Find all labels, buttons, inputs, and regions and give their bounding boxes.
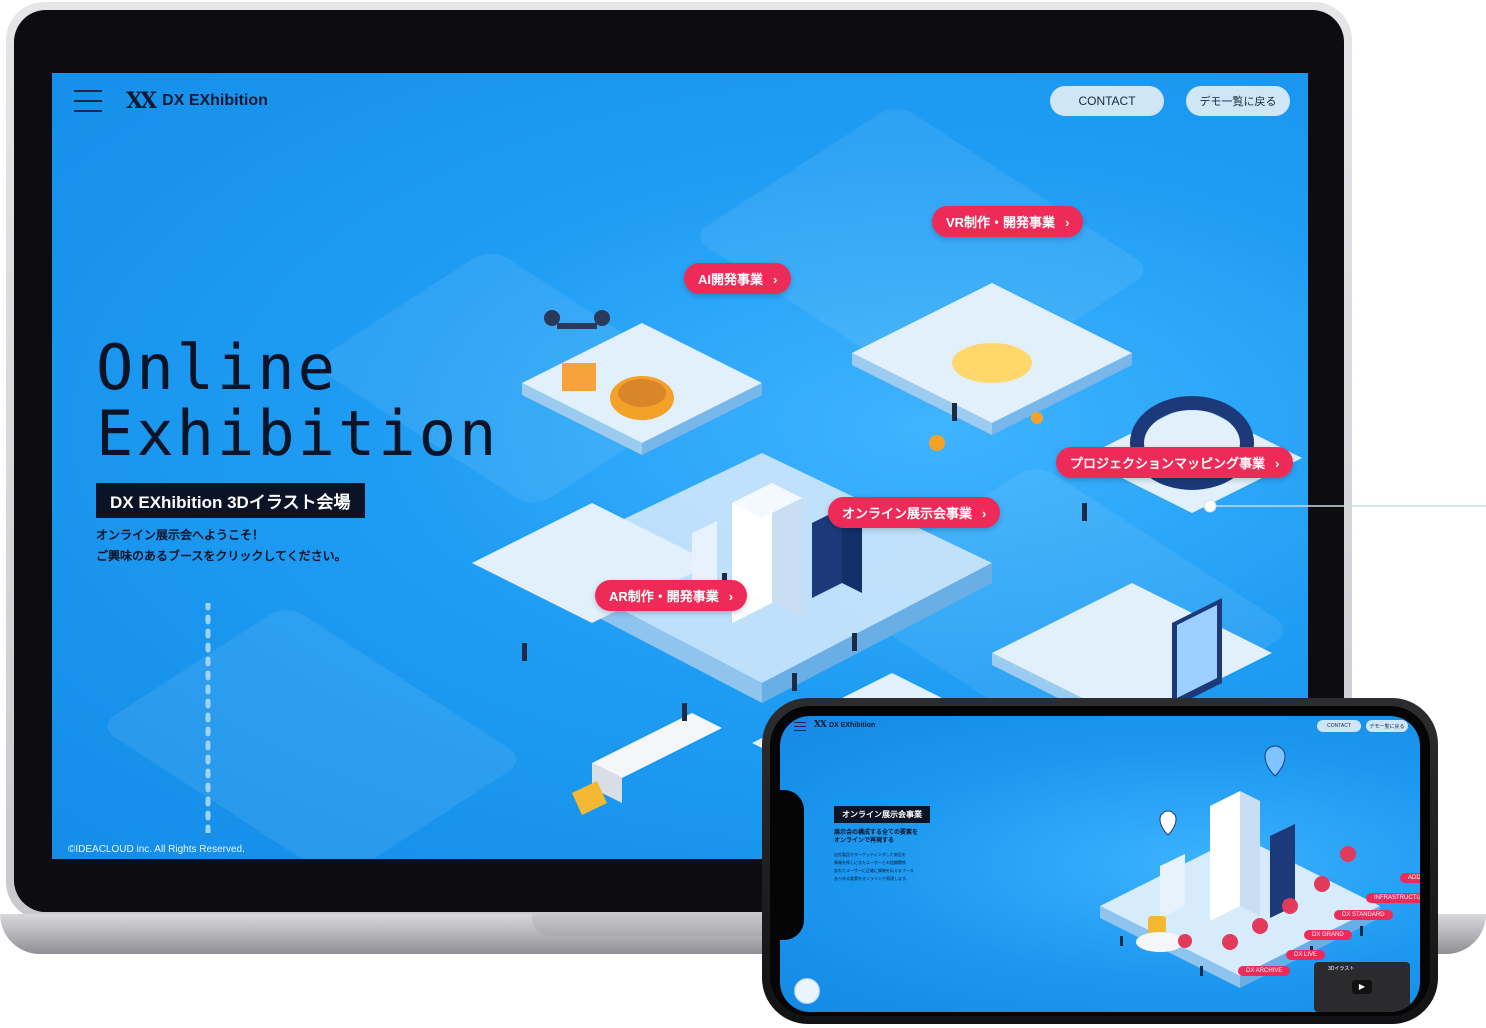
phone-notch: [780, 790, 804, 940]
chevron-right-icon: ›: [773, 272, 778, 287]
phone-body-line3: 訪れたユーザーに正確に情報を伝えるブース: [834, 868, 914, 873]
phone-back-button[interactable]: デモ一覧に戻る: [1366, 720, 1408, 732]
phone-screen: XX DX EXhibition CONTACT デモ一覧に戻る オンライン展示…: [780, 716, 1420, 1012]
phone-body-line2: 情報を探しにきたユーザーとの信頼関係: [834, 860, 906, 865]
phone-section-body: 自社製品やターゲッティングした商品を 情報を探しにきたユーザーとの信頼関係 訪れ…: [834, 851, 914, 883]
phone-body-line4: あらゆる要素をオンラインで再現します。: [834, 876, 910, 881]
phone-heading-line1: 展示会の構成する全ての要素を: [834, 830, 919, 836]
phone-label-archive[interactable]: DX ARCHIVE: [1238, 966, 1291, 976]
phone-body-line1: 自社製品やターゲッティングした商品を: [834, 852, 906, 857]
booth-link-ar[interactable]: AR制作・開発事業 ›: [595, 580, 748, 611]
site-logo[interactable]: XX DX EXhibition: [126, 88, 268, 114]
phone-heading-line2: オンラインで再現する: [834, 838, 895, 844]
logo-text: DX EXhibition: [162, 92, 268, 109]
phone-logo[interactable]: XX DX EXhibition: [814, 720, 875, 730]
hero-desc-line1: オンライン展示会へようこそ！: [96, 528, 265, 542]
phone-label-addon[interactable]: ADD-O: [1400, 873, 1420, 883]
phone-label-live[interactable]: DX LIVE: [1286, 950, 1326, 960]
logo-mark-icon: XX: [814, 720, 827, 730]
booth-label-projection: プロジェクションマッピング事業: [1070, 456, 1266, 471]
dotted-line: [205, 603, 211, 833]
hero-description: オンライン展示会へようこそ！ ご興味のあるブースをクリックしてください。: [96, 525, 347, 567]
play-icon[interactable]: ▶: [1352, 980, 1372, 994]
phone-section-badge: オンライン展示会事業: [834, 806, 930, 823]
booth-label-ai: AI開発事業: [698, 272, 764, 287]
phone-label-infrastructure[interactable]: INFRASTRUCTUR: [1366, 893, 1420, 903]
booth-link-projection[interactable]: プロジェクションマッピング事業 ›: [1056, 447, 1294, 478]
phone-label-standard[interactable]: DX STANDARD: [1334, 910, 1393, 920]
chat-avatar-icon[interactable]: [794, 978, 820, 1004]
hero-badge: DX EXhibition 3Dイラスト会場: [96, 483, 365, 518]
phone-label-grand[interactable]: DX GRAND: [1304, 930, 1352, 940]
booth-link-online[interactable]: オンライン展示会事業 ›: [828, 497, 1001, 528]
booth-label-online: オンライン展示会事業: [842, 506, 973, 521]
chevron-right-icon: ›: [728, 589, 734, 604]
phone-menu-icon[interactable]: [794, 722, 806, 731]
booth-label-vr: VR制作・開発事業: [946, 215, 1056, 230]
phone-video-label: 3Dイラスト: [1328, 966, 1355, 972]
chevron-right-icon: ›: [1275, 456, 1280, 471]
callout-line: [1203, 499, 1486, 513]
phone-logo-text: DX EXhibition: [828, 721, 876, 729]
booth-label-ar: AR制作・開発事業: [609, 589, 719, 604]
phone-video-thumbnail[interactable]: 3Dイラスト ▶: [1314, 962, 1410, 1012]
chevron-right-icon: ›: [1065, 215, 1070, 230]
contact-button[interactable]: CONTACT: [1050, 86, 1164, 116]
copyright: ©IDEACLOUD inc. All Rights Reserved.: [68, 844, 245, 855]
logo-mark-icon: XX: [126, 88, 157, 114]
back-to-demos-button[interactable]: デモ一覧に戻る: [1186, 86, 1290, 116]
phone-section-heading: 展示会の構成する全ての要素を オンラインで再現する: [834, 829, 918, 845]
phone-contact-button[interactable]: CONTACT: [1317, 720, 1361, 732]
chevron-right-icon: ›: [982, 506, 987, 521]
menu-icon[interactable]: [74, 90, 102, 112]
booth-link-ai[interactable]: AI開発事業 ›: [684, 263, 792, 294]
booth-link-vr[interactable]: VR制作・開発事業 ›: [932, 206, 1084, 237]
hero-desc-line2: ご興味のあるブースをクリックしてください。: [96, 549, 347, 563]
